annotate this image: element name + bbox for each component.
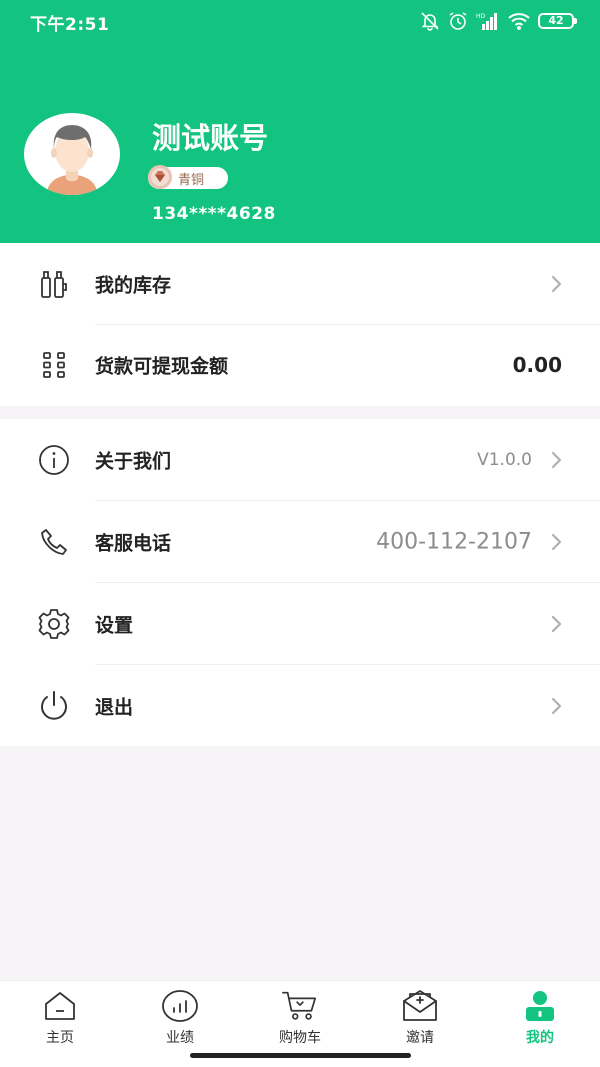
tab-label: 邀请 bbox=[406, 1030, 434, 1046]
gear-icon bbox=[36, 606, 72, 642]
level-badge: 青铜 bbox=[148, 165, 228, 189]
grid-dots-icon bbox=[36, 347, 72, 383]
menu-item-label: 我的库存 bbox=[95, 274, 172, 297]
user-name: 测试账号 bbox=[152, 121, 269, 155]
chevron-right-icon bbox=[548, 614, 564, 634]
settings-section: 关于我们 V1.0.0 客服电话 400-112-2107 设置 退出 bbox=[0, 419, 600, 746]
alarm-icon bbox=[448, 11, 468, 31]
info-icon bbox=[36, 442, 72, 478]
tab-label: 主页 bbox=[46, 1030, 74, 1046]
wifi-icon bbox=[508, 12, 530, 30]
tab-label: 业绩 bbox=[166, 1030, 194, 1046]
version-value: V1.0.0 bbox=[477, 450, 532, 470]
chart-icon bbox=[161, 987, 199, 1025]
phone-icon bbox=[36, 524, 72, 560]
chevron-right-icon bbox=[548, 696, 564, 716]
status-icons: HD 42 bbox=[420, 9, 577, 33]
tab-label: 购物车 bbox=[279, 1030, 321, 1046]
invite-mail-icon bbox=[401, 987, 439, 1025]
inventory-icon bbox=[36, 266, 72, 302]
service-phone-value: 400-112-2107 bbox=[376, 529, 532, 555]
menu-item-logout[interactable]: 退出 bbox=[0, 665, 600, 747]
menu-item-label: 关于我们 bbox=[95, 450, 172, 473]
battery-icon: 42 bbox=[538, 13, 577, 29]
hd-signal-icon: HD bbox=[476, 12, 500, 30]
menu-item-settings[interactable]: 设置 bbox=[0, 583, 600, 665]
tab-label: 我的 bbox=[526, 1030, 554, 1046]
power-icon bbox=[36, 688, 72, 724]
menu-item-service-phone[interactable]: 客服电话 400-112-2107 bbox=[0, 501, 600, 583]
chevron-right-icon bbox=[548, 450, 564, 470]
menu-item-about[interactable]: 关于我们 V1.0.0 bbox=[0, 419, 600, 501]
tab-performance[interactable]: 业绩 bbox=[120, 981, 240, 1051]
menu-item-label: 货款可提现金额 bbox=[95, 355, 229, 378]
menu-item-label: 设置 bbox=[95, 614, 134, 637]
user-phone: 134****4628 bbox=[152, 204, 276, 224]
bronze-gem-icon bbox=[146, 163, 174, 191]
cart-icon bbox=[281, 987, 319, 1025]
profile-icon bbox=[521, 987, 559, 1025]
bell-muted-icon bbox=[420, 11, 440, 31]
chevron-right-icon bbox=[548, 532, 564, 552]
home-indicator[interactable] bbox=[190, 1053, 411, 1058]
avatar[interactable] bbox=[24, 113, 120, 195]
profile-header: 下午2:51 HD 42 测试账号 青铜 134****4628 bbox=[0, 0, 600, 243]
menu-item-label: 退出 bbox=[95, 696, 134, 719]
tab-mine[interactable]: 我的 bbox=[480, 981, 600, 1051]
menu-item-label: 客服电话 bbox=[95, 532, 172, 555]
assets-section: 我的库存 货款可提现金额 0.00 bbox=[0, 243, 600, 406]
tab-invite[interactable]: 邀请 bbox=[360, 981, 480, 1051]
level-label: 青铜 bbox=[178, 172, 205, 188]
chevron-right-icon bbox=[548, 274, 564, 294]
menu-item-inventory[interactable]: 我的库存 bbox=[0, 243, 600, 325]
tab-home[interactable]: 主页 bbox=[0, 981, 120, 1051]
home-icon bbox=[41, 987, 79, 1025]
tab-cart[interactable]: 购物车 bbox=[240, 981, 360, 1051]
withdrawable-amount: 0.00 bbox=[512, 353, 562, 377]
svg-text:HD: HD bbox=[476, 13, 486, 20]
user-avatar-icon bbox=[46, 125, 98, 195]
status-bar: 下午2:51 HD 42 bbox=[0, 0, 600, 42]
menu-item-withdrawable[interactable]: 货款可提现金额 0.00 bbox=[0, 324, 600, 406]
status-time: 下午2:51 bbox=[30, 15, 110, 35]
